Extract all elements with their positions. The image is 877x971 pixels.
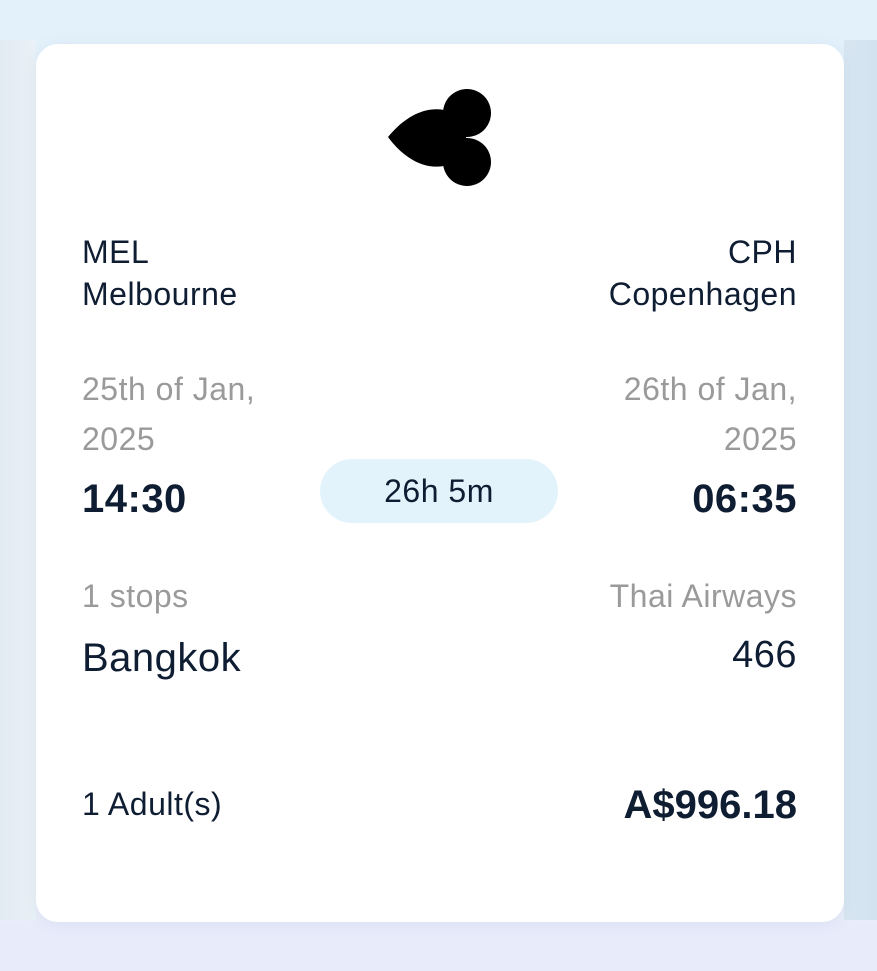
stop-city: Bangkok: [82, 636, 242, 680]
price: A$996.18: [623, 783, 797, 827]
background-left-edge: [0, 40, 36, 920]
passenger-count: 1 Adult(s): [82, 786, 223, 822]
origin-city: Melbourne: [82, 276, 238, 312]
arrival-date-line1: 26th of Jan,: [623, 371, 797, 407]
arrival-time: 06:35: [692, 477, 797, 521]
departure-date-line2: 2025: [82, 421, 156, 457]
departure-date-line1: 25th of Jan,: [82, 371, 256, 407]
background-bottom-strip: [0, 922, 877, 971]
departure-time: 14:30: [82, 477, 187, 521]
background-right-edge: [844, 40, 877, 920]
destination-city: Copenhagen: [608, 276, 797, 312]
origin-code: MEL: [82, 234, 150, 270]
arrival-date-line2: 2025: [723, 421, 797, 457]
stops-count: 1 stops: [82, 578, 189, 614]
duration-badge: 26h 5m: [320, 459, 558, 523]
airline-logo-icon: [388, 89, 491, 186]
destination-code: CPH: [727, 234, 797, 270]
flight-number: 466: [732, 634, 797, 676]
airline-name: Thai Airways: [609, 578, 797, 614]
